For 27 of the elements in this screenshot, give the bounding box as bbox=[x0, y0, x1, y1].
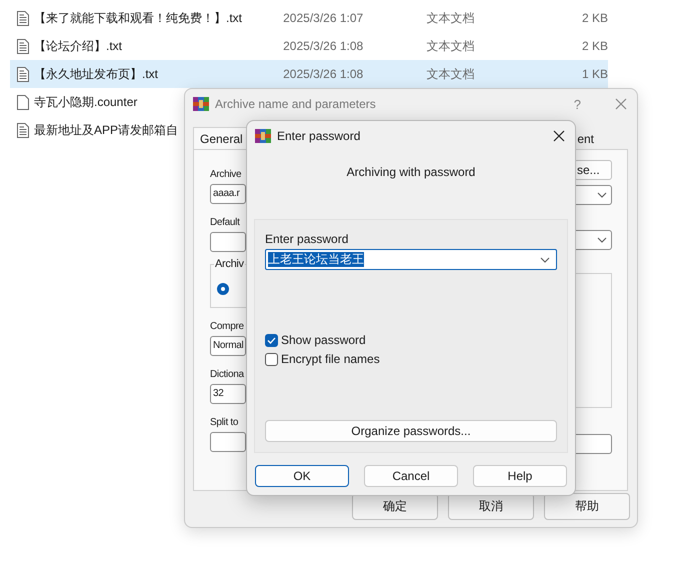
dialog-heading: Archiving with password bbox=[346, 165, 476, 179]
file-type: 文本文档 bbox=[426, 66, 476, 82]
field-label: Split to bbox=[210, 416, 240, 430]
file-size: 2 KB bbox=[580, 11, 608, 25]
file-name: 【来了就能下载和观看！纯免费！】.txt bbox=[34, 10, 244, 26]
file-size: 1 KB bbox=[580, 67, 608, 81]
checkbox-label: Show password bbox=[281, 333, 366, 347]
file-date: 2025/3/26 1:08 bbox=[283, 67, 364, 81]
file-name: 【永久地址发布页】.txt bbox=[34, 66, 160, 82]
checkbox-label: Encrypt file names bbox=[281, 352, 380, 366]
selected-text: 上老王论坛当老王 bbox=[268, 252, 364, 267]
field-label: Enter password bbox=[265, 232, 350, 246]
file-date: 2025/3/26 1:08 bbox=[283, 39, 364, 53]
file-type: 文本文档 bbox=[426, 38, 476, 54]
window-title: Archive name and parameters bbox=[215, 97, 377, 111]
field-label: Default bbox=[210, 216, 241, 230]
group-label: Archiv bbox=[214, 258, 245, 270]
field-label: Dictiona bbox=[210, 368, 245, 382]
file-name: 寺瓦小隐期.counter bbox=[34, 94, 138, 110]
field-label: Archive bbox=[210, 168, 242, 182]
file-size: 2 KB bbox=[580, 39, 608, 53]
file-name: 最新地址及APP请发邮箱自 bbox=[34, 122, 178, 138]
window-title: Enter password bbox=[277, 129, 362, 143]
file-name: 【论坛介绍】.txt bbox=[34, 38, 124, 54]
file-date: 2025/3/26 1:07 bbox=[283, 11, 364, 25]
field-label: Compre bbox=[210, 320, 245, 334]
file-type: 文本文档 bbox=[426, 10, 476, 26]
